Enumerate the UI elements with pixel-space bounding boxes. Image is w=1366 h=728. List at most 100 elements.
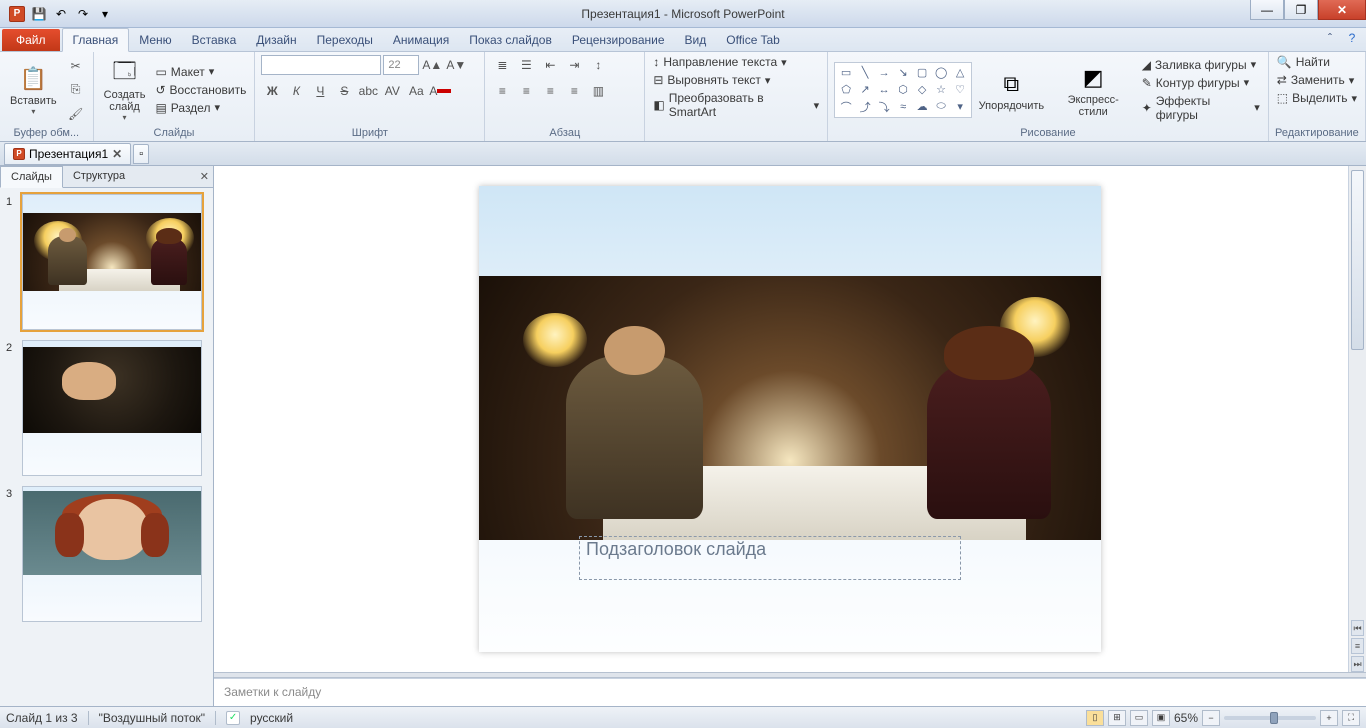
thumbnail-1[interactable] (22, 194, 202, 330)
next-slide-button[interactable]: ⏭ (1351, 656, 1364, 672)
columns-button[interactable]: ▥ (587, 80, 609, 102)
minimize-button[interactable]: — (1250, 0, 1284, 20)
bullets-button[interactable]: ≣ (491, 54, 513, 76)
shape-outline-button[interactable]: ✎Контур фигуры ▾ (1140, 75, 1262, 91)
replace-icon: ⇄ (1277, 73, 1287, 87)
quick-styles-button[interactable]: ◩ Экспресс-стили (1051, 60, 1136, 120)
zoom-level[interactable]: 65% (1174, 711, 1198, 725)
group-clipboard: 📋 Вставить ▾ ✂ ⎘ 🖌 Буфер обм... (0, 52, 94, 141)
tab-office[interactable]: Office Tab (716, 29, 790, 51)
grow-font-button[interactable]: A▲ (421, 54, 443, 76)
cut-button[interactable]: ✂ (65, 55, 87, 77)
zoom-handle[interactable] (1270, 712, 1278, 724)
status-theme: "Воздушный поток" (99, 711, 205, 725)
dec-indent-button[interactable]: ⇤ (539, 54, 561, 76)
zoom-in-button[interactable]: + (1320, 710, 1338, 726)
thumb-number-1: 1 (6, 194, 16, 330)
char-spacing-button[interactable]: AV (381, 80, 403, 102)
spellcheck-icon[interactable]: ✓ (226, 711, 240, 725)
shapes-gallery[interactable]: ▭╲→↘▢◯△ ⬠↗↔⬡◇☆♡ ⌒⤴⤵≈☁⬭▾ (834, 62, 972, 118)
tab-file[interactable]: Файл (2, 29, 60, 51)
status-language[interactable]: русский (250, 711, 293, 725)
tab-animation[interactable]: Анимация (383, 29, 459, 51)
app-icon[interactable]: P (6, 3, 28, 25)
notes-pane[interactable]: Заметки к слайду (214, 678, 1366, 706)
tab-design[interactable]: Дизайн (246, 29, 306, 51)
tab-review[interactable]: Рецензирование (562, 29, 675, 51)
italic-button[interactable]: К (285, 80, 307, 102)
help-button[interactable]: ? (1344, 30, 1360, 46)
text-direction-button[interactable]: ↕Направление текста ▾ (651, 54, 788, 70)
tab-menu[interactable]: Меню (129, 29, 181, 51)
qat-customize-button[interactable]: ▾ (94, 3, 116, 25)
slide-canvas[interactable]: Подзаголовок слайда ⏮ ≡ ⏭ (214, 166, 1366, 672)
shape-fill-button[interactable]: ◢Заливка фигуры ▾ (1140, 57, 1262, 73)
section-button[interactable]: ▤Раздел ▾ (153, 100, 248, 116)
line-spacing-button[interactable]: ↕ (587, 54, 609, 76)
arrange-button[interactable]: ⧉ Упорядочить (976, 66, 1047, 114)
slide-1[interactable]: Подзаголовок слайда (479, 186, 1101, 652)
prev-slide-button[interactable]: ⏮ (1351, 620, 1364, 636)
format-painter-button[interactable]: 🖌 (65, 103, 87, 125)
thumbnail-3[interactable] (22, 486, 202, 622)
slideshow-view-button[interactable]: ▣ (1152, 710, 1170, 726)
align-center-button[interactable]: ≡ (515, 80, 537, 102)
copy-icon: ⎘ (71, 82, 81, 97)
doc-tab-1[interactable]: P Презентация1 ✕ (4, 143, 131, 165)
thumbnail-2[interactable] (22, 340, 202, 476)
layout-button[interactable]: ▭Макет ▾ (153, 64, 248, 80)
align-text-button[interactable]: ⊟Выровнять текст ▾ (651, 72, 772, 88)
underline-button[interactable]: Ч (309, 80, 331, 102)
justify-button[interactable]: ≡ (563, 80, 585, 102)
reset-button[interactable]: ↺Восстановить (153, 82, 248, 98)
align-left-button[interactable]: ≡ (491, 80, 513, 102)
shape-effects-button[interactable]: ✦Эффекты фигуры ▾ (1140, 93, 1262, 123)
font-size-combo[interactable] (383, 55, 419, 75)
new-doc-tab[interactable]: ▫ (133, 144, 149, 164)
scrollbar-thumb[interactable] (1351, 170, 1364, 350)
fit-window-button[interactable]: ⛶ (1342, 710, 1360, 726)
thumbnails: 1 2 3 (0, 188, 213, 706)
paste-button[interactable]: 📋 Вставить ▾ (6, 61, 61, 118)
doc-tab-close[interactable]: ✕ (112, 147, 122, 161)
shadow-button[interactable]: abc (357, 80, 379, 102)
vertical-scrollbar[interactable]: ⏮ ≡ ⏭ (1348, 166, 1366, 672)
ribbon-minimize-button[interactable]: ˆ (1322, 30, 1338, 46)
copy-button[interactable]: ⎘ (65, 79, 87, 101)
change-case-button[interactable]: Aa (405, 80, 427, 102)
select-button[interactable]: ⬚Выделить ▾ (1275, 90, 1359, 106)
font-color-button[interactable]: A (429, 80, 451, 102)
find-button[interactable]: 🔍Найти (1275, 54, 1332, 70)
sorter-view-button[interactable]: ⊞ (1108, 710, 1126, 726)
inc-indent-button[interactable]: ⇥ (563, 54, 585, 76)
panel-tab-outline[interactable]: Структура (63, 166, 135, 187)
tab-insert[interactable]: Вставка (182, 29, 247, 51)
bold-button[interactable]: Ж (261, 80, 283, 102)
zoom-out-button[interactable]: − (1202, 710, 1220, 726)
font-name-combo[interactable] (261, 55, 381, 75)
panel-tab-slides[interactable]: Слайды (0, 166, 63, 188)
maximize-button[interactable]: ❐ (1284, 0, 1318, 20)
replace-button[interactable]: ⇄Заменить ▾ (1275, 72, 1357, 88)
tab-transitions[interactable]: Переходы (307, 29, 383, 51)
qat-undo-button[interactable]: ↶ (50, 3, 72, 25)
reading-view-button[interactable]: ▭ (1130, 710, 1148, 726)
slide-image[interactable] (479, 276, 1101, 540)
group-slides: 🗔 Создать слайд ▾ ▭Макет ▾ ↺Восстановить… (94, 52, 256, 141)
tab-slideshow[interactable]: Показ слайдов (459, 29, 562, 51)
panel-close-button[interactable]: ✕ (200, 170, 209, 183)
strike-button[interactable]: S (333, 80, 355, 102)
qat-save-button[interactable]: 💾 (28, 3, 50, 25)
tab-home[interactable]: Главная (62, 28, 130, 52)
align-right-button[interactable]: ≡ (539, 80, 561, 102)
subtitle-placeholder[interactable]: Подзаголовок слайда (579, 536, 961, 580)
convert-smartart-button[interactable]: ◧Преобразовать в SmartArt ▾ (651, 90, 821, 120)
normal-view-button[interactable]: ▯ (1086, 710, 1104, 726)
numbering-button[interactable]: ☰ (515, 54, 537, 76)
shrink-font-button[interactable]: A▼ (445, 54, 467, 76)
tab-view[interactable]: Вид (675, 29, 717, 51)
new-slide-button[interactable]: 🗔 Создать слайд ▾ (100, 55, 150, 124)
zoom-slider[interactable] (1224, 716, 1316, 720)
close-button[interactable]: ✕ (1318, 0, 1366, 20)
qat-redo-button[interactable]: ↷ (72, 3, 94, 25)
